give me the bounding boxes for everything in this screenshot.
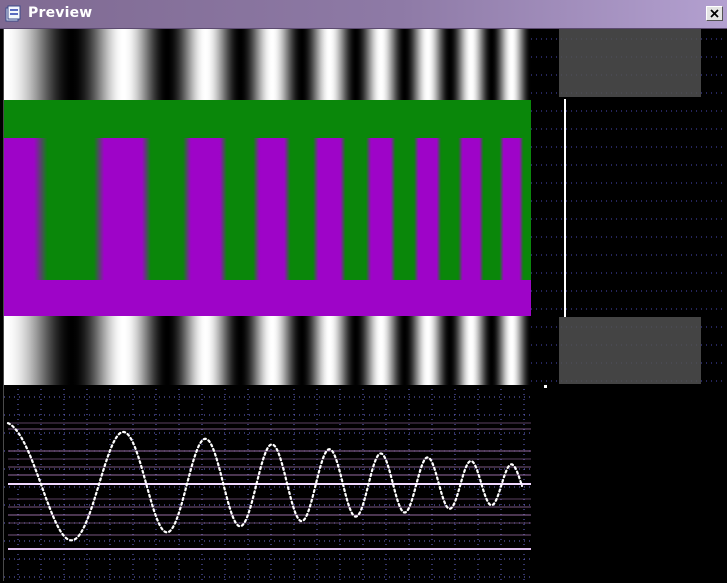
preview-window: Preview	[0, 0, 727, 583]
preview-canvas	[3, 29, 725, 581]
magenta-band	[4, 280, 531, 316]
marker-box-bottom	[559, 317, 701, 384]
close-icon	[710, 9, 719, 18]
marker-box-top	[559, 29, 701, 97]
marker-boxes	[544, 29, 701, 388]
window-title: Preview	[28, 5, 93, 21]
green-magenta-bars	[4, 138, 531, 280]
preview-app-icon	[5, 5, 21, 22]
waveform-scope-panel	[4, 386, 531, 581]
marker-dot	[544, 385, 547, 388]
grating-top-band	[4, 29, 531, 100]
title-bar[interactable]: Preview	[0, 0, 727, 29]
close-button[interactable]	[706, 6, 723, 21]
grating-bottom-band	[4, 316, 531, 385]
green-band	[4, 100, 531, 138]
color-chirp-panel	[4, 100, 531, 316]
preview-drawing	[4, 29, 725, 581]
